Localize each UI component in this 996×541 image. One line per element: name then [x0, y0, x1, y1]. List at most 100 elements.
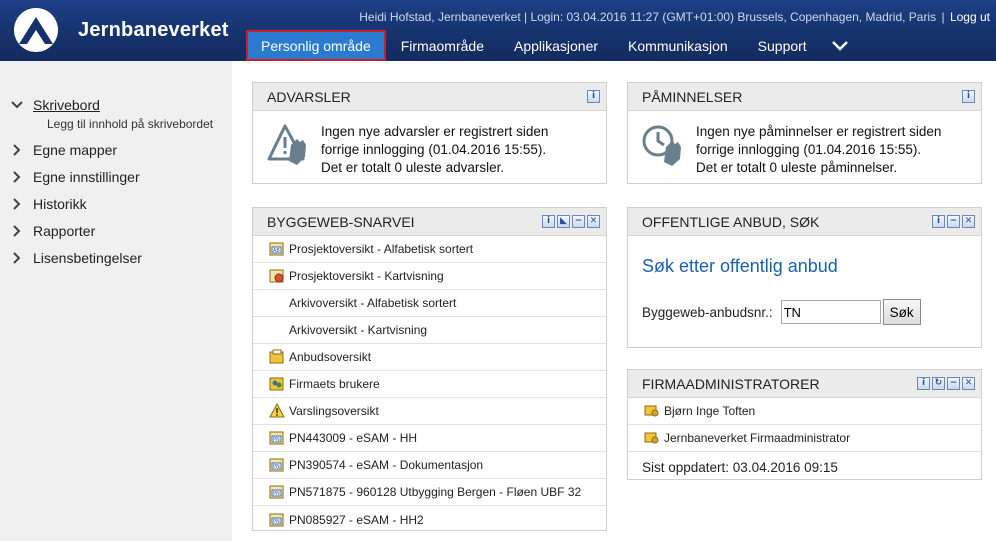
panel-header: ADVARSLER i: [253, 83, 606, 111]
paminnelser-line-1: Ingen nye påminnelser er registrert side…: [696, 124, 942, 139]
nav-personlig-omrade[interactable]: Personlig område: [246, 30, 386, 61]
paminnelser-panel: PÅMINNELSER i Ingen nye påminnelser er r…: [627, 82, 982, 184]
sidebar-item-lisensbetingelser[interactable]: Lisensbetingelser: [0, 244, 232, 271]
snarvei-panel: BYGGEWEB-SNARVEI i ◣ − ✕ AB Prosjektovers…: [252, 207, 607, 531]
shortcut-row[interactable]: PN PN390574 - eSAM - Dokumentasjon: [253, 452, 606, 479]
panel-title: BYGGEWEB-SNARVEI: [267, 213, 415, 230]
minimize-icon[interactable]: −: [947, 215, 960, 228]
sidebar-item-egne-mapper[interactable]: Egne mapper: [0, 136, 232, 163]
close-icon[interactable]: ✕: [962, 377, 975, 390]
search-tender-link[interactable]: Søk etter offentlig anbud: [642, 256, 981, 277]
sidebar-subitem-add-content[interactable]: Legg til innhold på skrivebordet: [0, 114, 232, 134]
sidebar: Skrivebord Legg til innhold på skrivebor…: [0, 61, 232, 541]
last-updated: Sist oppdatert: 03.04.2016 09:15: [642, 460, 838, 475]
panel-title: FIRMAADMINISTRATORER: [642, 375, 820, 392]
admin-row[interactable]: Bjørn Inge Toften: [628, 398, 981, 425]
panel-title: PÅMINNELSER: [642, 88, 743, 105]
info-icon[interactable]: i: [917, 377, 930, 390]
brand-logo[interactable]: Jernbaneverket: [14, 8, 229, 52]
close-icon[interactable]: ✕: [587, 215, 600, 228]
sidebar-item-label: Egne mapper: [33, 141, 118, 158]
nav-support[interactable]: Support: [743, 30, 822, 61]
info-icon[interactable]: i: [932, 215, 945, 228]
warning-icon: [269, 403, 285, 419]
shortcut-row[interactable]: Varslingsoversikt: [253, 398, 606, 425]
resize-icon[interactable]: ◣: [557, 215, 570, 228]
main-nav: Personlig område Firmaområde Applikasjon…: [246, 30, 858, 61]
shortcut-list: AB Prosjektoversikt - Alfabetisk sortert P…: [253, 236, 606, 533]
shortcut-label: Arkivoversikt - Alfabetisk sortert: [289, 296, 457, 310]
svg-text:PN: PN: [273, 519, 280, 525]
sidebar-item-rapporter[interactable]: Rapporter: [0, 217, 232, 244]
shortcut-label: Varslingsoversikt: [289, 404, 379, 418]
project-map-icon: [269, 268, 285, 284]
shortcut-label: Arkivoversikt - Kartvisning: [289, 323, 428, 337]
shortcut-label: Anbudsoversikt: [289, 350, 372, 364]
project-icon: PN: [269, 457, 285, 473]
chevron-right-icon: [10, 251, 24, 265]
advarsler-line-2: forrige innlogging (01.04.2016 15:55).: [321, 142, 547, 157]
panel-header: BYGGEWEB-SNARVEI i ◣ − ✕: [253, 208, 606, 236]
paminnelser-line-2: forrige innlogging (01.04.2016 15:55).: [696, 142, 922, 157]
sidebar-item-label: Rapporter: [33, 222, 96, 239]
admin-name: Jernbaneverket Firmaadministrator: [664, 431, 851, 445]
anbud-panel: OFFENTLIGE ANBUD, SØK i − ✕ Søk etter of…: [627, 207, 982, 348]
nav-firmaomrade[interactable]: Firmaområde: [386, 30, 499, 61]
shortcut-row[interactable]: Prosjektoversikt - Kartvisning: [253, 263, 606, 290]
info-icon[interactable]: i: [587, 90, 600, 103]
info-icon[interactable]: i: [542, 215, 555, 228]
project-icon: PN: [269, 484, 285, 500]
user-card-icon: [644, 403, 660, 419]
sidebar-item-label: Egne innstillinger: [33, 168, 140, 185]
admin-name: Bjørn Inge Toften: [664, 404, 756, 418]
logout-link[interactable]: Logg ut: [950, 10, 990, 24]
nav-more-chevron-icon[interactable]: [822, 30, 858, 61]
chevron-right-icon: [10, 224, 24, 238]
shortcut-row[interactable]: PN PN443009 - eSAM - HH: [253, 425, 606, 452]
chevron-right-icon: [10, 143, 24, 157]
nav-applikasjoner[interactable]: Applikasjoner: [499, 30, 613, 61]
chevron-right-icon: [10, 170, 24, 184]
logo-icon: [14, 8, 58, 52]
shortcut-label: PN571875 - 960128 Utbygging Bergen - Flø…: [289, 485, 582, 499]
info-icon[interactable]: i: [962, 90, 975, 103]
svg-text:AB: AB: [273, 248, 280, 254]
panel-header: PÅMINNELSER i: [628, 83, 981, 111]
nav-kommunikasjon[interactable]: Kommunikasjon: [613, 30, 743, 61]
shortcut-row[interactable]: Arkivoversikt - Kartvisning: [253, 317, 606, 344]
tender-number-label: Byggeweb-anbudsnr.:: [642, 304, 773, 320]
shortcut-row[interactable]: PN PN571875 - 960128 Utbygging Bergen - F…: [253, 479, 606, 506]
admin-row[interactable]: Jernbaneverket Firmaadministrator: [628, 425, 981, 452]
project-list-icon: AB: [269, 241, 285, 257]
shortcut-row[interactable]: PN PN085927 - eSAM - HH2: [253, 506, 606, 533]
panel-header: OFFENTLIGE ANBUD, SØK i − ✕: [628, 208, 981, 236]
advarsler-line-3: Det er totalt 0 uleste advarsler.: [321, 160, 505, 175]
sidebar-item-egne-innstillinger[interactable]: Egne innstillinger: [0, 163, 232, 190]
chevron-down-icon: [10, 98, 24, 112]
shortcut-row[interactable]: Arkivoversikt - Alfabetisk sortert: [253, 290, 606, 317]
shortcut-row[interactable]: Anbudsoversikt: [253, 344, 606, 371]
clock-hand-icon: [642, 123, 682, 167]
advarsler-panel: ADVARSLER i Ingen nye advarsler er regis…: [252, 82, 607, 184]
tender-number-input[interactable]: [780, 300, 881, 324]
users-icon: [269, 376, 285, 392]
shortcut-label: Firmaets brukere: [289, 377, 380, 391]
minimize-icon[interactable]: −: [572, 215, 585, 228]
svg-text:PN: PN: [273, 437, 280, 443]
minimize-icon[interactable]: −: [947, 377, 960, 390]
search-button[interactable]: Søk: [882, 299, 921, 325]
close-icon[interactable]: ✕: [962, 215, 975, 228]
chevron-right-icon: [10, 197, 24, 211]
sidebar-item-historikk[interactable]: Historikk: [0, 190, 232, 217]
panel-title: OFFENTLIGE ANBUD, SØK: [642, 213, 820, 230]
svg-text:PN: PN: [273, 464, 280, 470]
refresh-icon[interactable]: ↻: [932, 377, 945, 390]
panel-title: ADVARSLER: [267, 88, 351, 105]
firmaadmin-panel: FIRMAADMINISTRATORER i ↻ − ✕ Bjørn Inge …: [627, 369, 982, 480]
shortcut-row[interactable]: AB Prosjektoversikt - Alfabetisk sortert: [253, 236, 606, 263]
shortcut-row[interactable]: Firmaets brukere: [253, 371, 606, 398]
project-icon: PN: [269, 512, 285, 528]
top-header: Jernbaneverket Heidi Hofstad, Jernbaneve…: [0, 0, 996, 61]
sidebar-item-label: Skrivebord: [33, 96, 100, 113]
sidebar-item-label: Historikk: [33, 195, 87, 212]
